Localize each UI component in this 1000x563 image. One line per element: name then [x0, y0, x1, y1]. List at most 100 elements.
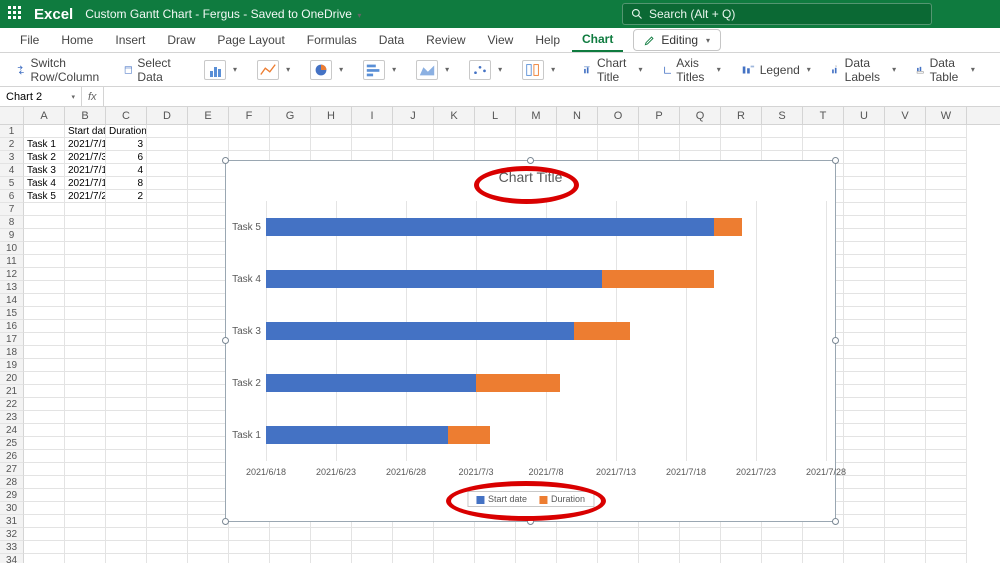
resize-handle[interactable] [222, 337, 229, 344]
row-header[interactable]: 34 [0, 554, 24, 563]
cell[interactable] [844, 203, 885, 216]
resize-handle[interactable] [527, 518, 534, 525]
cell[interactable] [475, 554, 516, 563]
chart-type-line[interactable]: ▾ [251, 57, 296, 83]
row-header[interactable]: 6 [0, 190, 24, 203]
row-header[interactable]: 15 [0, 307, 24, 320]
cell[interactable] [762, 528, 803, 541]
chart-bar-start-date[interactable] [266, 218, 714, 236]
cell[interactable] [844, 398, 885, 411]
cell[interactable] [188, 359, 229, 372]
cell[interactable] [65, 385, 106, 398]
row-header[interactable]: 13 [0, 281, 24, 294]
cell[interactable] [24, 255, 65, 268]
cell[interactable] [557, 541, 598, 554]
cell[interactable] [598, 528, 639, 541]
cell[interactable] [885, 333, 926, 346]
cell[interactable] [147, 203, 188, 216]
column-header[interactable]: L [475, 107, 516, 124]
cell[interactable] [393, 125, 434, 138]
cell[interactable] [885, 398, 926, 411]
cell[interactable] [24, 463, 65, 476]
cell[interactable] [885, 151, 926, 164]
cell[interactable] [147, 177, 188, 190]
cell[interactable] [926, 294, 967, 307]
row-header[interactable]: 31 [0, 515, 24, 528]
cell[interactable] [844, 450, 885, 463]
cell[interactable] [106, 281, 147, 294]
resize-handle[interactable] [832, 157, 839, 164]
cell[interactable] [65, 255, 106, 268]
cell[interactable] [639, 554, 680, 563]
cell[interactable] [844, 229, 885, 242]
search-input[interactable]: Search (Alt + Q) [622, 3, 932, 25]
cell[interactable] [926, 411, 967, 424]
cell[interactable] [188, 242, 229, 255]
cell[interactable] [639, 138, 680, 151]
tab-file[interactable]: File [10, 29, 49, 51]
cell[interactable] [926, 216, 967, 229]
cell[interactable] [106, 476, 147, 489]
cell[interactable] [24, 229, 65, 242]
cell[interactable] [844, 320, 885, 333]
resize-handle[interactable] [832, 518, 839, 525]
cell[interactable] [106, 554, 147, 563]
cell[interactable] [147, 515, 188, 528]
cell[interactable] [188, 372, 229, 385]
cell[interactable] [188, 437, 229, 450]
row-header[interactable]: 16 [0, 320, 24, 333]
cell[interactable] [885, 268, 926, 281]
data-labels-button[interactable]: 1Data Labels▾ [825, 53, 902, 87]
cell[interactable] [844, 372, 885, 385]
column-header[interactable]: F [229, 107, 270, 124]
cell[interactable] [844, 424, 885, 437]
cell[interactable] [106, 450, 147, 463]
cell[interactable] [885, 476, 926, 489]
cell[interactable] [106, 268, 147, 281]
tab-page-layout[interactable]: Page Layout [207, 29, 294, 51]
cell[interactable] [188, 138, 229, 151]
cell[interactable] [762, 554, 803, 563]
cell[interactable] [844, 164, 885, 177]
cell[interactable]: Start date [65, 125, 106, 138]
resize-handle[interactable] [527, 157, 534, 164]
cell[interactable] [844, 190, 885, 203]
cell[interactable] [24, 125, 65, 138]
cell[interactable] [106, 359, 147, 372]
cell[interactable] [147, 151, 188, 164]
cell[interactable] [926, 125, 967, 138]
legend-button[interactable]: Legend▾ [735, 60, 817, 80]
cell[interactable] [885, 528, 926, 541]
cell[interactable] [926, 463, 967, 476]
cell[interactable] [24, 398, 65, 411]
cell[interactable] [147, 372, 188, 385]
cell[interactable] [24, 450, 65, 463]
cell[interactable] [65, 424, 106, 437]
row-header[interactable]: 4 [0, 164, 24, 177]
cell[interactable] [926, 333, 967, 346]
cell[interactable] [844, 476, 885, 489]
cell[interactable] [721, 541, 762, 554]
column-header[interactable]: J [393, 107, 434, 124]
cell[interactable] [270, 528, 311, 541]
chart-bar-start-date[interactable] [266, 270, 602, 288]
cell[interactable] [188, 476, 229, 489]
select-all-corner[interactable] [0, 107, 24, 124]
cell[interactable] [65, 502, 106, 515]
cell[interactable]: Duration [106, 125, 147, 138]
cell[interactable] [24, 554, 65, 563]
cell[interactable] [147, 242, 188, 255]
cell[interactable] [147, 320, 188, 333]
cell[interactable] [311, 554, 352, 563]
cell[interactable] [188, 411, 229, 424]
cell[interactable]: Task 5 [24, 190, 65, 203]
cell[interactable] [188, 385, 229, 398]
cell[interactable] [147, 294, 188, 307]
cell[interactable] [844, 216, 885, 229]
row-header[interactable]: 3 [0, 151, 24, 164]
cell[interactable] [188, 346, 229, 359]
cell[interactable] [598, 138, 639, 151]
name-box[interactable]: Chart 2▾ [0, 87, 82, 106]
cell[interactable] [557, 125, 598, 138]
data-table-button[interactable]: Data Table▾ [910, 53, 981, 87]
